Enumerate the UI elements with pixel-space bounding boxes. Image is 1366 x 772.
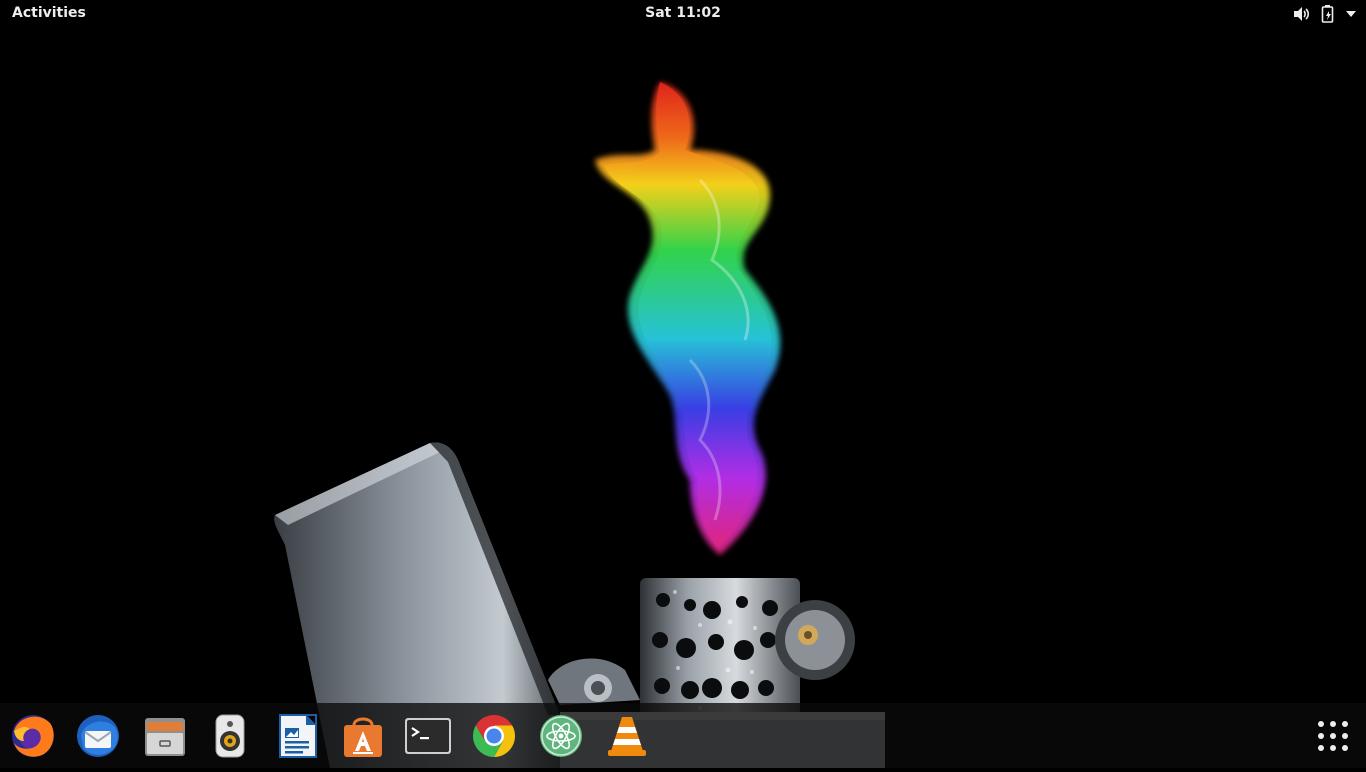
chrome-icon xyxy=(471,713,517,759)
dock-app-terminal[interactable] xyxy=(403,711,453,761)
show-applications-icon xyxy=(1317,720,1349,752)
atom-editor-icon xyxy=(538,713,584,759)
dock-app-chrome[interactable] xyxy=(469,711,519,761)
dock-app-software-center[interactable] xyxy=(338,711,388,761)
speaker-icon xyxy=(1292,6,1310,22)
files-icon xyxy=(143,714,187,758)
top-panel: Activities Sat 11:02 xyxy=(0,0,1366,27)
desktop-wallpaper xyxy=(0,27,1366,768)
clock-area: Sat 11:02 xyxy=(0,0,1366,27)
system-menu-arrow-icon xyxy=(1346,10,1356,17)
dock-app-atom[interactable] xyxy=(536,711,586,761)
libreoffice-writer-icon xyxy=(276,713,318,759)
dock xyxy=(0,703,1366,768)
dock-app-rhythmbox[interactable] xyxy=(205,711,255,761)
dock-app-files[interactable] xyxy=(140,711,190,761)
dock-app-vlc[interactable] xyxy=(602,711,652,761)
battery-charging-icon xyxy=(1320,4,1336,23)
dock-app-libreoffice-writer[interactable] xyxy=(272,711,322,761)
thunderbird-icon xyxy=(75,713,121,759)
clock-button[interactable]: Sat 11:02 xyxy=(645,5,721,21)
wallpaper-artwork xyxy=(274,82,885,768)
vlc-icon xyxy=(605,713,649,759)
dock-app-thunderbird[interactable] xyxy=(73,711,123,761)
show-applications-button[interactable] xyxy=(1308,711,1358,761)
activities-button[interactable]: Activities xyxy=(12,0,86,27)
firefox-icon xyxy=(10,713,56,759)
system-status-area[interactable] xyxy=(1292,0,1356,27)
dock-app-firefox[interactable] xyxy=(8,711,58,761)
lighter-hinge xyxy=(548,658,640,705)
terminal-icon xyxy=(404,716,452,756)
rhythmbox-icon xyxy=(208,713,252,759)
software-center-icon xyxy=(340,713,386,759)
